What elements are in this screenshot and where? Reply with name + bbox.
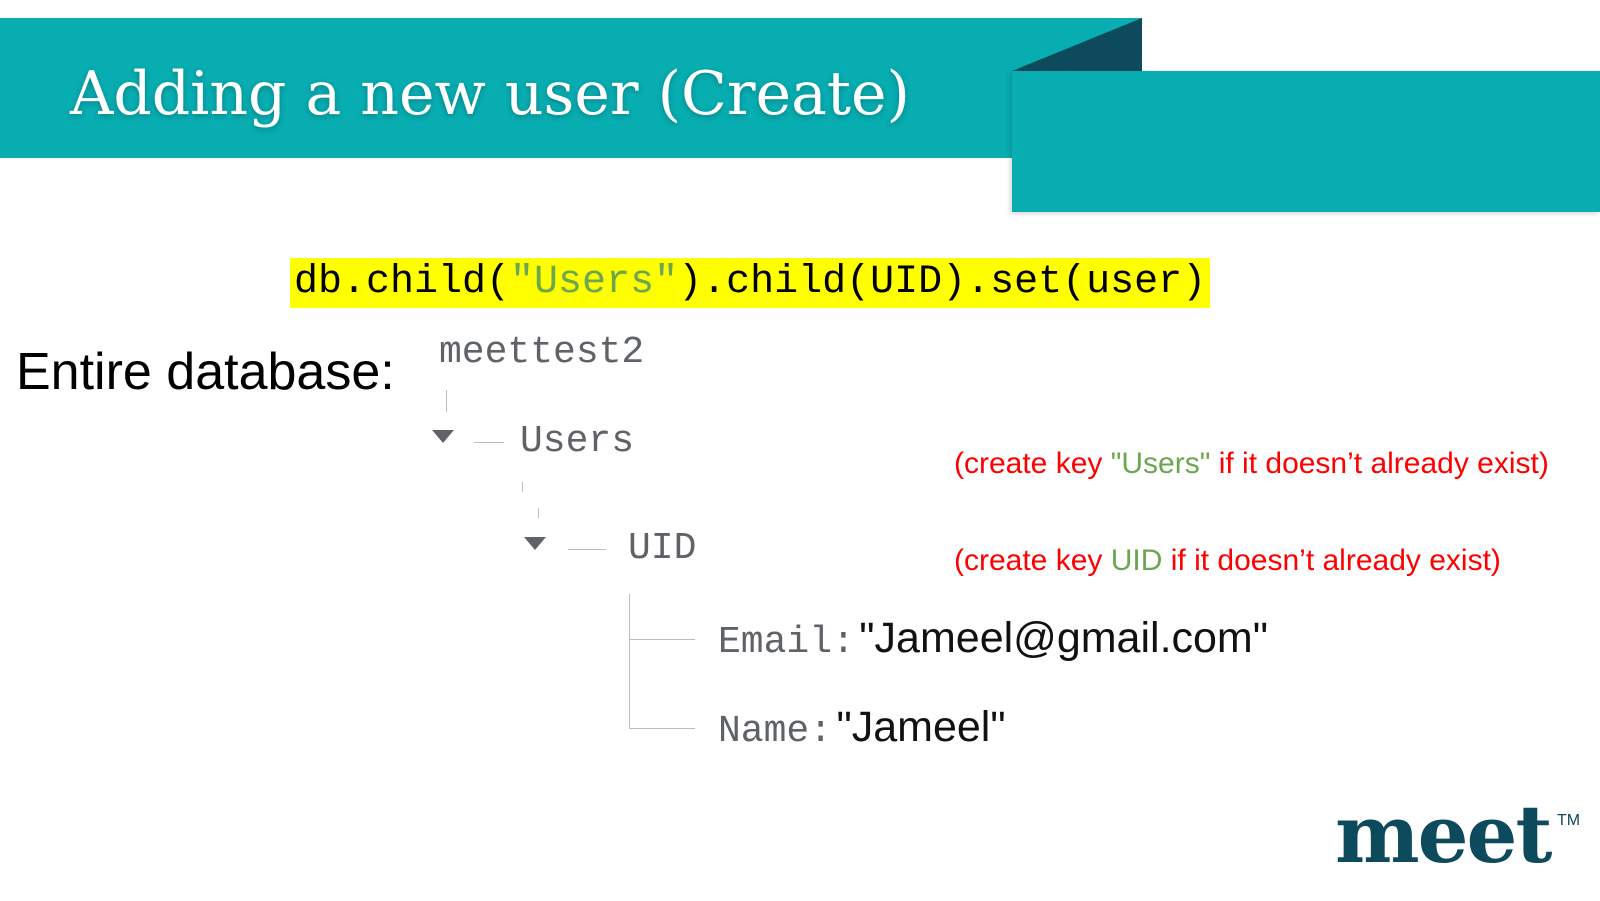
- field-email-key: Email:: [718, 621, 855, 664]
- expand-users-icon[interactable]: [432, 430, 454, 443]
- trademark-mark: TM: [1557, 812, 1581, 829]
- tree-connector: [629, 639, 695, 640]
- note-create-uid: (create key UID if it doesn’t already ex…: [954, 544, 1501, 577]
- tree-connector: [474, 442, 504, 443]
- tree-root: meettest2: [439, 331, 645, 374]
- tree-connector: [538, 508, 539, 518]
- meet-logo: meet: [1335, 787, 1552, 881]
- tree-connector: [629, 728, 695, 729]
- field-email-value: "Jameel@gmail.com": [859, 614, 1269, 662]
- database-label: Entire database:: [16, 343, 395, 401]
- slide-title: Adding a new user (Create): [70, 59, 910, 129]
- field-name-key: Name:: [718, 710, 833, 753]
- tree-connector: [446, 390, 447, 412]
- tree-connector: [522, 482, 523, 492]
- banner-right-panel: [1012, 71, 1600, 212]
- code-suffix: ).child(UID).set(user): [678, 260, 1207, 305]
- code-snippet: db.child("Users").child(UID).set(user): [290, 258, 1211, 308]
- tree-node-users[interactable]: Users: [520, 419, 634, 465]
- tree-connector: [568, 549, 606, 550]
- expand-uid-icon[interactable]: [524, 537, 546, 550]
- note-create-users: (create key "Users" if it doesn’t alread…: [954, 447, 1549, 480]
- tree-node-uid[interactable]: UID: [628, 526, 696, 572]
- field-name-value: "Jameel": [836, 703, 1006, 751]
- tree-connector: [629, 594, 630, 729]
- code-string: "Users": [510, 260, 679, 305]
- field-name[interactable]: Name: "Jameel": [718, 702, 1006, 762]
- code-prefix: db.child(: [294, 260, 511, 305]
- banner-fold: [1012, 18, 1142, 71]
- field-email[interactable]: Email: "Jameel@gmail.com": [718, 613, 1268, 673]
